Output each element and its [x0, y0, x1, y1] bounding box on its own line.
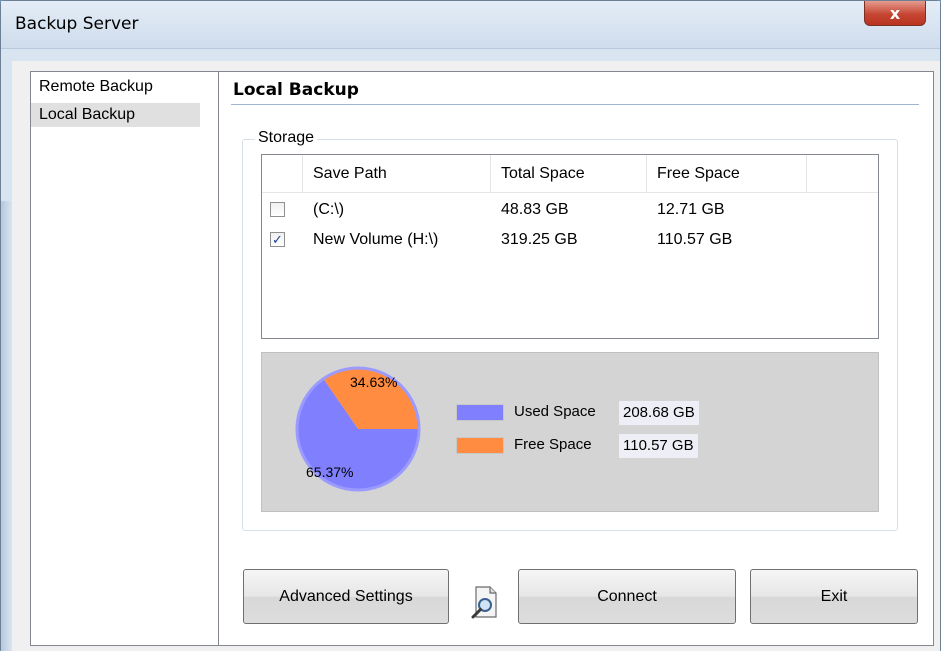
- title-divider: [231, 104, 919, 105]
- column-header-save-path[interactable]: Save Path: [303, 155, 491, 193]
- title-bar[interactable]: Backup Server x: [1, 1, 940, 49]
- storage-list[interactable]: Save Path Total Space Free Space (C:\) 4…: [261, 154, 879, 339]
- column-header-check[interactable]: [262, 155, 303, 193]
- table-row[interactable]: (C:\) 48.83 GB 12.71 GB: [262, 195, 878, 225]
- backup-server-window: Backup Server x Remote Backup Local Back…: [0, 0, 941, 651]
- legend-label: Used Space: [514, 403, 596, 420]
- cell-total-space: 319.25 GB: [501, 231, 578, 248]
- magnifier-document-icon[interactable]: [470, 585, 500, 621]
- pie-label-free-space: 34.63%: [350, 374, 397, 390]
- sidebar-item-label: Local Backup: [39, 106, 136, 123]
- row-checkbox-c[interactable]: [270, 202, 285, 217]
- cell-save-path: (C:\): [313, 201, 345, 218]
- window-title: Backup Server: [15, 14, 139, 34]
- connect-button[interactable]: Connect: [518, 569, 736, 624]
- column-header-extra[interactable]: [807, 155, 880, 193]
- storage-groupbox: Storage Save Path Total Space Free Space…: [242, 129, 898, 531]
- window-frame-edge: [1, 201, 12, 651]
- sidebar-item-remote-backup[interactable]: Remote Backup: [39, 78, 153, 96]
- legend-label: Free Space: [514, 436, 592, 453]
- legend-value: 208.68 GB: [619, 401, 699, 425]
- sidebar-item-local-backup[interactable]: Local Backup: [31, 103, 200, 127]
- cell-save-path: New Volume (H:\): [313, 231, 439, 248]
- client-area: Remote Backup Local Backup Local Backup …: [12, 61, 940, 651]
- cell-total-space: 48.83 GB: [501, 201, 569, 218]
- storage-group-label: Storage: [255, 129, 318, 147]
- storage-list-header: Save Path Total Space Free Space: [262, 155, 878, 193]
- advanced-settings-button[interactable]: Advanced Settings: [243, 569, 449, 624]
- pie-label-used-space: 65.37%: [306, 464, 353, 480]
- table-row[interactable]: ✓ New Volume (H:\) 319.25 GB 110.57 GB: [262, 225, 878, 255]
- row-checkbox-h[interactable]: ✓: [270, 232, 285, 247]
- used-space-swatch: [456, 404, 504, 421]
- page-title: Local Backup: [233, 80, 359, 100]
- space-chart-area: 34.63% 65.37% Used Space 208.68 GB Free S…: [261, 352, 879, 512]
- cell-free-space: 12.71 GB: [657, 201, 725, 218]
- cell-free-space: 110.57 GB: [657, 231, 733, 248]
- space-pie-chart: 34.63% 65.37%: [295, 366, 421, 492]
- column-header-free-space[interactable]: Free Space: [647, 155, 807, 193]
- sidebar-item-label: Remote Backup: [39, 78, 153, 95]
- close-icon: x: [889, 3, 901, 23]
- local-backup-panel: Local Backup Storage Save Path Total Spa…: [218, 71, 934, 646]
- column-header-total-space[interactable]: Total Space: [491, 155, 647, 193]
- legend-value: 110.57 GB: [619, 434, 698, 458]
- free-space-swatch: [456, 437, 504, 454]
- exit-button[interactable]: Exit: [750, 569, 918, 624]
- close-button[interactable]: x: [864, 1, 926, 26]
- sidebar: Remote Backup Local Backup: [30, 71, 219, 646]
